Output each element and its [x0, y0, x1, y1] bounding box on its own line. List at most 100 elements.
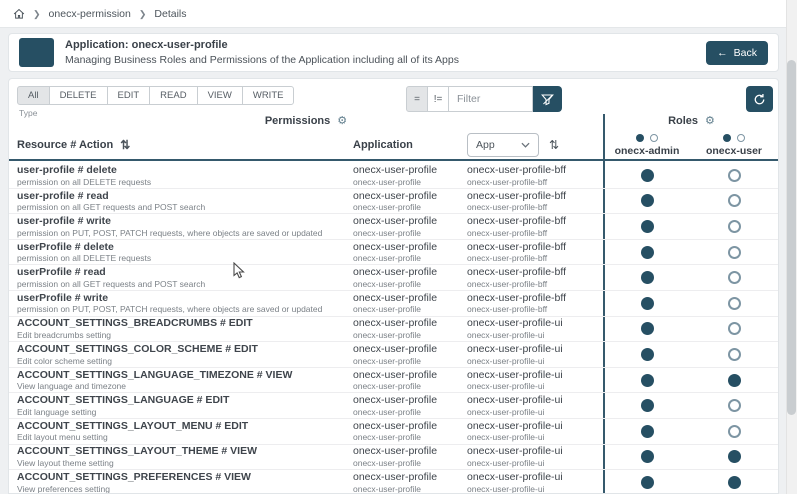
type-chip-view[interactable]: VIEW	[196, 86, 243, 105]
roles-title-label: Roles	[668, 114, 699, 127]
table-row[interactable]: ACCOUNT_SETTINGS_LANGUAGE_TIMEZONE # VIE…	[9, 368, 778, 394]
filter-equals-button[interactable]: =	[406, 86, 428, 112]
grant-all-admin-icon[interactable]	[636, 133, 644, 142]
filter-clear-button[interactable]	[533, 86, 562, 112]
role-assigned-toggle[interactable]	[640, 271, 654, 285]
permission-title: user-profile # write	[17, 215, 111, 228]
home-icon[interactable]	[13, 8, 25, 20]
table-row[interactable]: ACCOUNT_SETTINGS_LAYOUT_MENU # EDIT Edit …	[9, 419, 778, 445]
permission-title: ACCOUNT_SETTINGS_LAYOUT_THEME # VIEW	[17, 445, 257, 458]
table-row[interactable]: ACCOUNT_SETTINGS_LAYOUT_THEME # VIEW View…	[9, 445, 778, 471]
chevron-right-icon: ❯	[33, 8, 41, 19]
table-row[interactable]: userProfile # write permission on PUT, PO…	[9, 291, 778, 317]
app-name: onecx-user-profile-ui	[467, 471, 563, 484]
table-row[interactable]: ACCOUNT_SETTINGS_BREADCRUMBS # EDIT Edit …	[9, 317, 778, 343]
app-name: onecx-user-profile-ui	[467, 368, 563, 381]
application-name: onecx-user-profile	[353, 163, 438, 176]
back-button[interactable]: ← Back	[706, 40, 768, 65]
application-subname: onecx-user-profile	[353, 202, 422, 213]
refresh-button[interactable]	[746, 86, 773, 112]
role-assigned-toggle[interactable]	[640, 322, 654, 336]
scrollbar-thumb[interactable]	[787, 60, 796, 415]
resource-cell: ACCOUNT_SETTINGS_PREFERENCES # VIEW View …	[9, 471, 341, 493]
table-row[interactable]: user-profile # read permission on all GET…	[9, 189, 778, 215]
application-cell: onecx-user-profile onecx-user-profile	[341, 471, 453, 493]
breadcrumb-item-permission[interactable]: onecx-permission	[49, 8, 131, 20]
roles-settings-gear-icon[interactable]: ⚙	[705, 114, 715, 127]
table-row[interactable]: ACCOUNT_SETTINGS_PREFERENCES # VIEW View …	[9, 470, 778, 493]
app-subname: onecx-user-profile-bff	[467, 176, 548, 187]
back-button-label: Back	[733, 46, 757, 59]
role-cell-onecx-admin	[603, 399, 691, 413]
type-chip-read[interactable]: READ	[149, 86, 198, 105]
grant-all-user-icon[interactable]	[723, 133, 731, 142]
role-assigned-toggle[interactable]	[640, 399, 654, 413]
application-cell: onecx-user-profile onecx-user-profile	[341, 164, 453, 187]
role-assigned-toggle[interactable]	[640, 296, 654, 310]
chevron-down-icon	[521, 142, 530, 148]
scrollbar-track[interactable]	[786, 0, 797, 494]
role-assigned-toggle[interactable]	[727, 475, 741, 489]
permission-title: userProfile # delete	[17, 240, 114, 253]
role-cell-onecx-admin	[603, 245, 691, 259]
application-name: onecx-user-profile	[353, 471, 438, 484]
role-unassigned-toggle[interactable]	[727, 168, 741, 182]
table-row[interactable]: ACCOUNT_SETTINGS_LANGUAGE # EDIT Edit lan…	[9, 393, 778, 419]
table-row[interactable]: ACCOUNT_SETTINGS_COLOR_SCHEME # EDIT Edit…	[9, 342, 778, 368]
app-name: onecx-user-profile-ui	[467, 343, 563, 356]
permissions-settings-gear-icon[interactable]: ⚙	[337, 114, 347, 127]
application-subname: onecx-user-profile	[353, 432, 422, 443]
application-header-card: Application: onecx-user-profile Managing…	[8, 33, 779, 72]
role-assigned-toggle[interactable]	[727, 373, 741, 387]
role-unassigned-toggle[interactable]	[727, 322, 741, 336]
role-assigned-toggle[interactable]	[640, 245, 654, 259]
type-chip-all[interactable]: All	[17, 86, 50, 105]
role-assigned-toggle[interactable]	[640, 475, 654, 489]
role-column-header-admin: onecx-admin	[603, 133, 691, 157]
role-assigned-toggle[interactable]	[727, 450, 741, 464]
role-unassigned-toggle[interactable]	[727, 219, 741, 233]
role-unassigned-toggle[interactable]	[727, 296, 741, 310]
type-chip-edit[interactable]: EDIT	[106, 86, 151, 105]
role-unassigned-toggle[interactable]	[727, 399, 741, 413]
revoke-all-user-icon[interactable]	[737, 133, 745, 142]
table-row[interactable]: userProfile # delete permission on all DE…	[9, 240, 778, 266]
application-name: onecx-user-profile	[353, 189, 438, 202]
role-unassigned-toggle[interactable]	[727, 194, 741, 208]
permission-description: permission on all DELETE requests	[17, 176, 152, 187]
role-assigned-toggle[interactable]	[640, 450, 654, 464]
app-cell: onecx-user-profile-bff onecx-user-profile…	[453, 215, 603, 238]
role-assigned-toggle[interactable]	[640, 194, 654, 208]
role-cell-onecx-user	[691, 475, 777, 489]
app-name: onecx-user-profile-ui	[467, 317, 563, 330]
app-filter-dropdown[interactable]: App	[467, 133, 539, 157]
app-cell: onecx-user-profile-ui onecx-user-profile-…	[453, 445, 603, 468]
table-row[interactable]: userProfile # read permission on all GET …	[9, 265, 778, 291]
filter-group: = !=	[406, 86, 562, 112]
application-subname: onecx-user-profile	[353, 227, 422, 238]
role-unassigned-toggle[interactable]	[727, 347, 741, 361]
role-assigned-toggle[interactable]	[640, 168, 654, 182]
role-unassigned-toggle[interactable]	[727, 245, 741, 259]
sort-icon[interactable]: ⇅	[549, 139, 559, 151]
revoke-all-admin-icon[interactable]	[650, 133, 658, 142]
role-cell-onecx-user	[691, 296, 777, 310]
page-title: Application: onecx-user-profile	[65, 38, 228, 51]
type-chip-write[interactable]: WRITE	[241, 86, 295, 105]
filter-input[interactable]	[449, 86, 533, 112]
role-assigned-toggle[interactable]	[640, 347, 654, 361]
app-dropdown-value: App	[476, 139, 495, 151]
role-unassigned-toggle[interactable]	[727, 424, 741, 438]
table-row[interactable]: user-profile # delete permission on all D…	[9, 163, 778, 189]
role-assigned-toggle[interactable]	[640, 373, 654, 387]
resource-cell: ACCOUNT_SETTINGS_LANGUAGE # EDIT Edit lan…	[9, 394, 341, 417]
application-cell: onecx-user-profile onecx-user-profile	[341, 266, 453, 289]
type-chip-delete[interactable]: DELETE	[48, 86, 108, 105]
role-assigned-toggle[interactable]	[640, 219, 654, 233]
table-row[interactable]: user-profile # write permission on PUT, P…	[9, 214, 778, 240]
filter-not-equals-button[interactable]: !=	[427, 86, 449, 112]
role-unassigned-toggle[interactable]	[727, 271, 741, 285]
role-assigned-toggle[interactable]	[640, 424, 654, 438]
resource-action-column-header[interactable]: Resource # Action ⇅	[9, 139, 341, 151]
sort-icon[interactable]: ⇅	[120, 139, 130, 151]
